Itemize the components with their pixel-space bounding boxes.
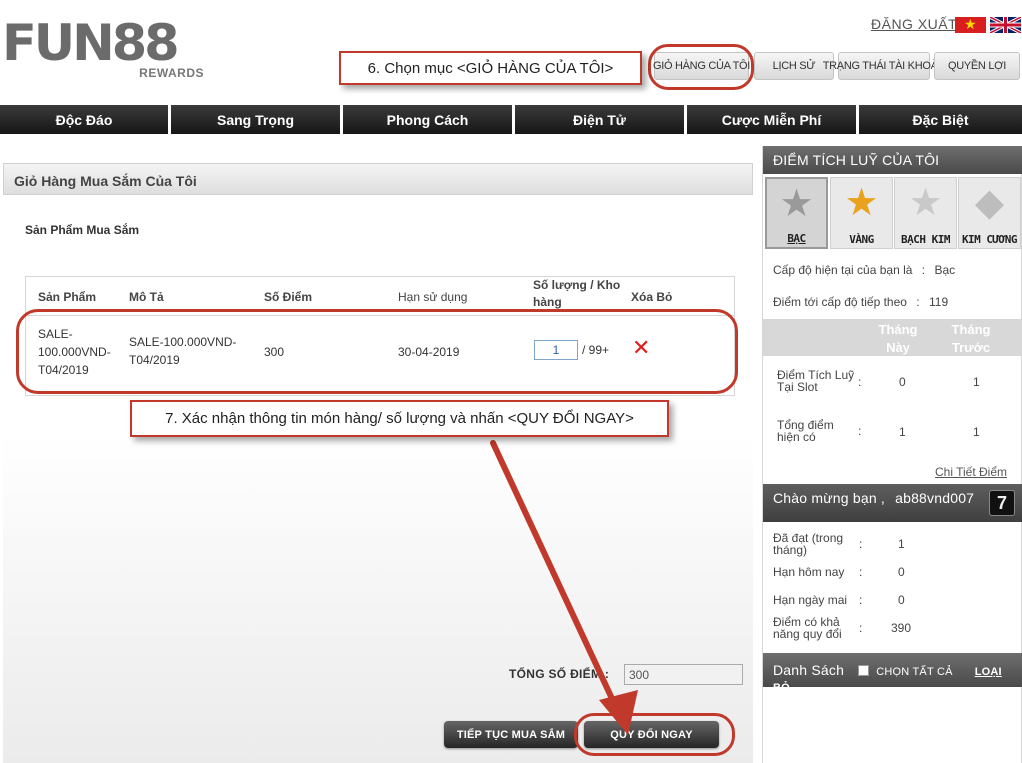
- tier-platinum-label: BẠCH KIM: [901, 233, 950, 246]
- continue-shopping-button[interactable]: TIẾP TỤC MUA SẮM: [444, 721, 578, 748]
- tier-diamond-label: KIM CƯƠNG: [961, 233, 1018, 246]
- col-description: Mô Tả: [129, 290, 164, 304]
- current-level-value: Bạc: [934, 263, 956, 277]
- step7-callout: 7. Xác nhận thông tin món hàng/ số lượng…: [130, 400, 669, 437]
- select-all-label[interactable]: CHỌN TẤT CẢ: [876, 666, 952, 678]
- tier-platinum[interactable]: ★ BẠCH KIM: [894, 177, 957, 249]
- slot-seven-icon: 7: [989, 490, 1015, 516]
- tier-silver-label: BẠC: [787, 232, 806, 245]
- tier-gold[interactable]: ★ VÀNG: [830, 177, 893, 249]
- col-qty: Số lượng / Kho hàng: [533, 278, 621, 309]
- welcome-label: Chào mừng bạn ,: [773, 490, 885, 506]
- list-bar: Danh Sách CHỌN TẤT CẢ LOẠI BỎ: [763, 653, 1022, 694]
- slot-points-label: Điểm Tích Luỹ Tại Slot: [777, 368, 855, 394]
- highlight-ring-cart-tab: [648, 44, 754, 90]
- highlight-ring-cart-row: [16, 309, 738, 394]
- col-expiry: Hạn sử dụng: [398, 290, 468, 304]
- welcome-bar: Chào mừng bạn , ab88vnd007: [763, 484, 1022, 522]
- logout-link[interactable]: ĐĂNG XUẤT: [871, 16, 957, 32]
- category-nav: Độc Đáo Sang Trọng Phong Cách Điện Tử Cư…: [0, 105, 1022, 134]
- reached-value: 1: [898, 537, 905, 551]
- expire-today-value: 0: [898, 565, 905, 579]
- col-last-month: Tháng Trước: [951, 322, 991, 355]
- col-product: Sản Phẩm: [38, 290, 97, 304]
- points-title: ĐIỂM TÍCH LUỸ CỦA TÔI: [763, 146, 1022, 174]
- col-points: Số Điểm: [264, 290, 313, 304]
- category-dac-biet[interactable]: Đặc Biệt: [859, 105, 1022, 134]
- next-level-value: 119: [928, 295, 949, 309]
- logo-subtitle: REWARDS: [139, 66, 204, 80]
- redeemable-label: Điểm có khả năng quy đổi: [773, 615, 842, 641]
- total-points-label: TỔNG SỐ ĐIỂM :: [509, 667, 610, 681]
- select-all-checkbox[interactable]: [858, 665, 870, 676]
- tab-account-status[interactable]: TRẠNG THÁI TÀI KHOẢN: [823, 52, 946, 80]
- reached-label: Đã đạt (trong tháng): [773, 531, 844, 557]
- next-level-text: Điểm tới cấp độ tiếp theo: [773, 295, 907, 309]
- total-points-field: 300: [624, 664, 743, 685]
- cart-title: Giỏ Hàng Mua Sắm Của Tôi: [3, 163, 753, 195]
- slot-last-month: 1: [973, 375, 980, 389]
- current-level-label: Cấp độ hiện tại của bạn là : Bạc: [773, 263, 956, 277]
- expire-tomorrow-label: Hạn ngày mai: [773, 593, 848, 607]
- logo-text: FUN88: [2, 14, 180, 72]
- tier-silver[interactable]: ★ BẠC: [765, 177, 828, 249]
- category-dien-tu[interactable]: Điện Tử: [515, 105, 684, 134]
- category-sang-trong[interactable]: Sang Trọng: [171, 105, 340, 134]
- category-doc-dao[interactable]: Độc Đáo: [0, 105, 168, 134]
- username: ab88vnd007: [895, 490, 975, 506]
- col-this-month: Tháng Này: [878, 322, 918, 355]
- category-cuoc-mien-phi[interactable]: Cược Miễn Phí: [687, 105, 856, 134]
- expire-tomorrow-value: 0: [898, 593, 905, 607]
- list-title: Danh Sách: [773, 662, 845, 678]
- gold-star-icon: ★: [844, 182, 879, 224]
- step6-callout: 6. Chọn mục <GIỎ HÀNG CỦA TÔI>: [339, 51, 642, 85]
- tab-benefits[interactable]: QUYỀN LỢI: [934, 52, 1020, 80]
- total-last-month: 1: [973, 425, 980, 439]
- expire-today-label: Hạn hôm nay: [773, 565, 845, 579]
- diamond-icon: ◆: [974, 182, 1005, 224]
- platinum-star-icon: ★: [908, 182, 943, 224]
- sidebar: ĐIỂM TÍCH LUỸ CỦA TÔI ★ BẠC ★ VÀNG ★ BẠC…: [762, 146, 1022, 763]
- tier-diamond[interactable]: ◆ KIM CƯƠNG: [958, 177, 1021, 249]
- col-delete: Xóa Bỏ: [631, 290, 673, 304]
- uk-flag-icon[interactable]: [990, 17, 1021, 33]
- month-columns-header: Tháng Này Tháng Trước: [763, 319, 1022, 356]
- total-points-sidebar-label: Tổng điểm hiện có: [777, 418, 834, 444]
- highlight-ring-redeem: [574, 713, 735, 756]
- fun88-logo[interactable]: FUN88 REWARDS: [2, 18, 212, 84]
- category-phong-cach[interactable]: Phong Cách: [343, 105, 512, 134]
- slot-this-month: 0: [899, 375, 906, 389]
- redeemable-value: 390: [891, 621, 912, 635]
- current-level-text: Cấp độ hiện tại của bạn là: [773, 263, 913, 277]
- cart-panel: Giỏ Hàng Mua Sắm Của Tôi Sản Phẩm Mua Sắ…: [3, 163, 753, 763]
- points-details-link[interactable]: Chi Tiết Điểm: [935, 465, 1007, 479]
- total-this-month: 1: [899, 425, 906, 439]
- next-level-label: Điểm tới cấp độ tiếp theo : 119: [773, 295, 949, 309]
- vn-flag-icon[interactable]: ★: [955, 16, 986, 33]
- silver-star-icon: ★: [779, 183, 814, 225]
- tier-gold-label: VÀNG: [849, 233, 874, 246]
- section-label: Sản Phẩm Mua Sắm: [25, 223, 140, 237]
